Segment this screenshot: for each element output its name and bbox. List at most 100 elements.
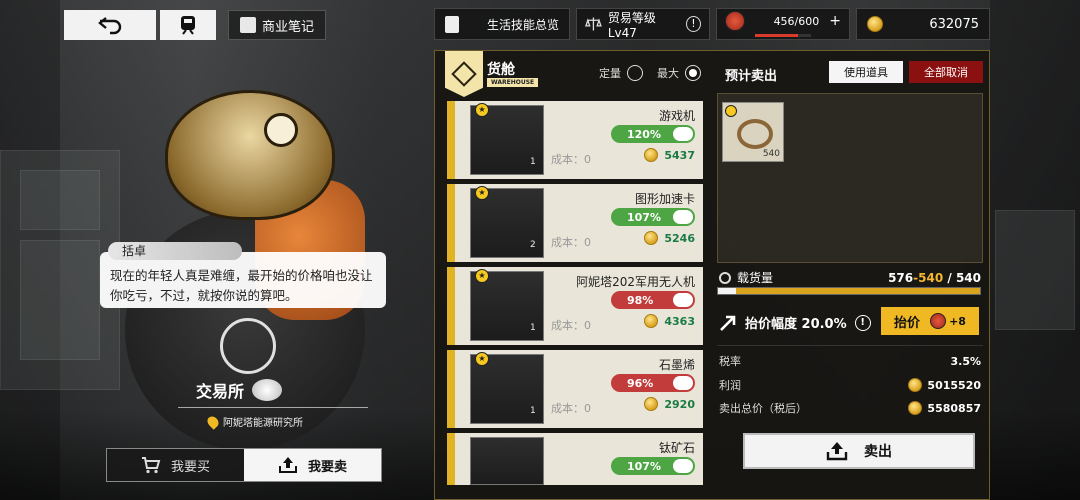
dialog-text: 现在的年轻人真是难缠，最开始的价格咱也没让你吃亏，不过，就按你说的算吧。 xyxy=(110,268,373,303)
option-max-label: 最大 xyxy=(657,67,679,80)
item-name: 游戏机 xyxy=(658,109,695,123)
item-price-ratio: 107% xyxy=(611,208,695,226)
trend-down-icon xyxy=(673,293,693,307)
coin-icon xyxy=(908,401,923,415)
tax-value: 3.5% xyxy=(950,354,981,368)
total-label: 卖出总价（税后） xyxy=(719,402,807,415)
trade-level[interactable]: 贸易等级Lv47 ! xyxy=(576,8,710,40)
sell-button[interactable]: 卖出 xyxy=(743,433,975,469)
item-qty: 1 xyxy=(530,157,536,167)
item-thumbnail xyxy=(470,437,544,485)
coin-icon xyxy=(644,397,659,411)
star-icon xyxy=(725,105,737,117)
trade-level-label: 贸易等级Lv47 xyxy=(607,10,656,40)
business-notes-button[interactable]: 商业笔记 xyxy=(228,10,326,40)
radio-max[interactable] xyxy=(685,65,701,81)
money-value: 632075 xyxy=(929,16,979,32)
star-icon: ★ xyxy=(475,103,489,117)
option-max[interactable]: 最大 xyxy=(657,65,701,81)
sell-slot-grid: 540 xyxy=(717,93,983,263)
tab-sell-label: 我要卖 xyxy=(307,459,347,475)
life-skills-overview-button[interactable]: 生活技能总览 xyxy=(434,8,570,40)
business-notes-label: 商业笔记 xyxy=(261,19,314,35)
cargo-capacity: 载货量 576-540 / 540 xyxy=(719,269,981,286)
coin-icon xyxy=(908,378,923,392)
stamina-bar-fill xyxy=(755,34,798,37)
trade-info-icon[interactable]: ! xyxy=(685,16,701,32)
train-icon xyxy=(181,16,195,35)
item-qty: 2 xyxy=(530,240,536,250)
tab-sell[interactable]: 我要卖 xyxy=(244,449,381,481)
markup-info-icon[interactable]: ! xyxy=(854,314,871,331)
back-button[interactable] xyxy=(64,10,156,40)
item-price: 2920 xyxy=(644,397,695,411)
cargo-values: 576-540 / 540 xyxy=(888,270,981,285)
dialog-bubble: 现在的年轻人真是难缠，最开始的价格咱也没让你吃亏，不过，就按你说的算吧。 xyxy=(100,252,386,308)
cargo-icon xyxy=(719,271,731,284)
item-price: 5437 xyxy=(644,148,695,162)
coin-icon xyxy=(644,231,659,245)
item-price-ratio: 98% xyxy=(611,291,695,309)
upload-icon xyxy=(278,457,297,473)
buy-sell-tabs: 我要买 我要卖 xyxy=(106,448,382,482)
station-name: 交易所 xyxy=(196,382,245,401)
life-skills-label: 生活技能总览 xyxy=(486,17,559,32)
star-icon: ★ xyxy=(475,186,489,200)
scales-icon xyxy=(585,17,602,31)
star-icon: ★ xyxy=(475,269,489,283)
sell-slot[interactable]: 540 xyxy=(722,102,784,162)
tab-buy[interactable]: 我要买 xyxy=(107,449,244,481)
money-display: 632075 xyxy=(856,8,990,40)
option-fixed-label: 定量 xyxy=(599,67,621,80)
list-item[interactable]: ★ 1 石墨烯 96% 成本：0 2920 xyxy=(447,350,703,428)
list-item[interactable]: 钛矿石 107% xyxy=(447,433,703,485)
cargo-bar xyxy=(717,287,981,295)
item-name: 石墨烯 xyxy=(658,358,695,372)
profit-row: 利润 5015520 xyxy=(719,377,981,393)
trend-up-icon xyxy=(673,459,693,473)
list-item[interactable]: ★ 1 阿妮塔202军用无人机 98% 成本：0 4363 xyxy=(447,267,703,345)
item-name: 图形加速卡 xyxy=(634,192,695,206)
station-location: 阿妮塔能源研究所 xyxy=(205,413,303,430)
cargo-label: 载货量 xyxy=(737,271,774,285)
total-value: 5580857 xyxy=(927,401,981,415)
divider xyxy=(178,407,368,408)
hold-title: 货舱 xyxy=(487,62,515,78)
tab-buy-label: 我要买 xyxy=(170,459,210,475)
item-price: 5246 xyxy=(644,231,695,245)
cart-icon xyxy=(141,457,161,474)
stamina-display[interactable]: 456/600 + xyxy=(716,8,850,40)
red-face-icon xyxy=(725,11,745,31)
total-row: 卖出总价（税后） 5580857 xyxy=(719,400,981,416)
station-location-text: 阿妮塔能源研究所 xyxy=(223,418,303,429)
add-stamina-button[interactable]: + xyxy=(829,13,841,29)
notebook-icon xyxy=(239,17,256,33)
train-button[interactable] xyxy=(160,10,216,40)
location-pin-icon xyxy=(205,413,221,430)
rope-item-icon xyxy=(737,119,773,149)
cargo-item-list[interactable]: ★ 1 游戏机 120% 成本：0 5437 ★ 2 图形加速卡 107% 成本… xyxy=(447,101,709,485)
stamina-bar xyxy=(755,34,811,37)
cancel-all-button[interactable]: 全部取消 xyxy=(909,61,983,83)
divider xyxy=(717,345,983,346)
red-face-icon xyxy=(930,313,947,329)
item-name: 钛矿石 xyxy=(658,441,695,455)
list-item[interactable]: ★ 1 游戏机 120% 成本：0 5437 xyxy=(447,101,703,179)
item-price-ratio: 107% xyxy=(611,457,695,475)
trend-down-icon xyxy=(673,376,693,390)
station-title: 交易所 xyxy=(196,378,356,402)
item-price-ratio: 120% xyxy=(611,125,695,143)
radio-fixed[interactable] xyxy=(627,65,643,81)
document-icon xyxy=(445,15,459,33)
option-fixed[interactable]: 定量 xyxy=(599,65,643,81)
tax-label: 税率 xyxy=(719,355,741,368)
trend-up-arrow-icon xyxy=(720,315,736,331)
raise-price-button[interactable]: 抬价 +8 xyxy=(881,307,979,335)
use-item-button[interactable]: 使用道具 xyxy=(829,61,903,83)
item-price-ratio: 96% xyxy=(611,374,695,392)
raise-price-label: 抬价 xyxy=(894,315,921,331)
list-item[interactable]: ★ 2 图形加速卡 107% 成本：0 5246 xyxy=(447,184,703,262)
estimated-sell-title: 预计卖出 xyxy=(725,69,778,84)
markup-label: 抬价幅度 20.0% xyxy=(745,317,847,332)
markup-display: 抬价幅度 20.0% ! xyxy=(719,313,871,332)
